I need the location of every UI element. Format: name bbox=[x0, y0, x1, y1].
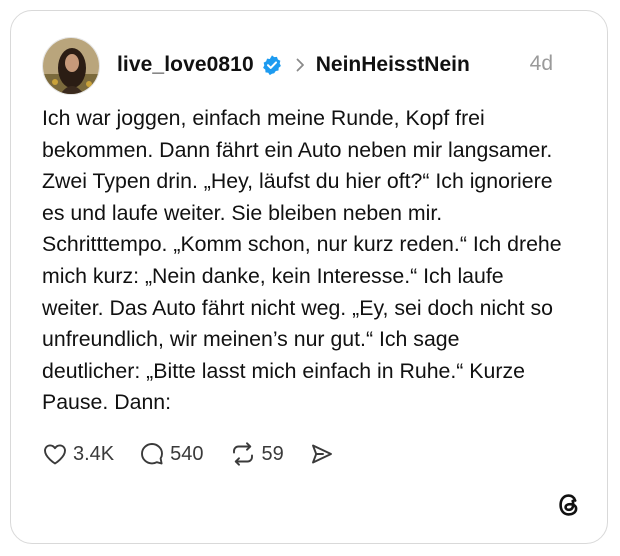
repost-arrows-icon bbox=[228, 440, 258, 468]
community-name[interactable]: NeinHeisstNein bbox=[316, 53, 470, 77]
post-header: live_love0810 NeinHeisstNein bbox=[117, 50, 470, 80]
like-button[interactable]: 3.4K bbox=[41, 440, 114, 468]
send-icon bbox=[308, 440, 336, 468]
username[interactable]: live_love0810 bbox=[117, 53, 254, 77]
repost-button[interactable]: 59 bbox=[228, 440, 284, 468]
repost-count: 59 bbox=[261, 442, 284, 465]
avatar[interactable] bbox=[42, 37, 100, 95]
post-body: Ich war joggen, einfach meine Runde, Kop… bbox=[42, 106, 562, 415]
threads-logo-icon[interactable] bbox=[555, 491, 583, 519]
verified-badge-icon bbox=[261, 54, 283, 76]
reply-button[interactable]: 540 bbox=[138, 440, 204, 468]
chevron-right-icon bbox=[291, 56, 309, 74]
share-button[interactable] bbox=[308, 440, 336, 468]
like-count: 3.4K bbox=[73, 442, 115, 465]
heart-icon bbox=[41, 440, 69, 468]
action-bar: 3.4K 540 59 bbox=[41, 439, 360, 469]
post-card: live_love0810 NeinHeisstNein 4d Ich war … bbox=[10, 10, 608, 544]
reply-count: 540 bbox=[170, 442, 204, 465]
timestamp: 4d bbox=[529, 52, 553, 75]
speech-bubble-icon bbox=[138, 440, 166, 468]
